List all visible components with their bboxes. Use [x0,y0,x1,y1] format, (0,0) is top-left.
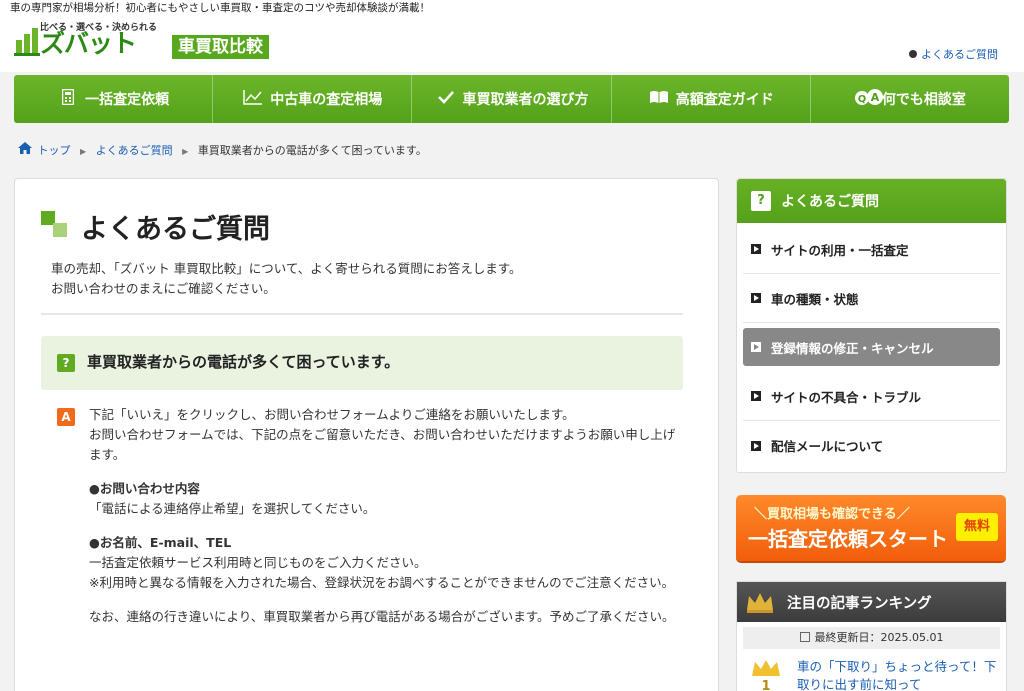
ranking-item-title: 車の「下取り」ちょっと待って！下取りに出す前に知って [797,659,997,691]
cta-subtext: ＼買取相場も確認できる／ [754,507,910,522]
breadcrumb-separator-icon: ▶ [80,147,87,156]
main-content: よくあるご質問 車の売却、「ズバット 車買取比較」について、よく寄せられる質問に… [14,178,719,691]
arrow-bullet-icon [751,293,761,303]
header-faq-link[interactable]: よくあるご質問 [909,46,998,62]
breadcrumb-separator-icon: ▶ [182,147,189,156]
svg-text:A: A [871,91,880,104]
arrow-bullet-icon [751,342,761,352]
arrow-bullet-icon [751,440,761,451]
question-text: 車買取業者からの電話が多くて困っています。 [87,353,400,371]
logo-brand: ズバット [40,29,137,58]
nav-item-bulk-assessment[interactable]: 一括査定依頼 [14,75,214,123]
breadcrumb-home[interactable]: トップ [38,144,71,157]
logo-sub: 車買取比較 [172,35,269,59]
ranking-header: 注目の記事ランキング [737,582,1006,622]
sidebar-item-registration[interactable]: 登録情報の修正・キャンセル [743,328,1000,366]
answer-body: 下記「いいえ」をクリックし、お問い合わせフォームよりご連絡をお願いいたします。 … [89,407,676,624]
site-tagline: 車の専門家が相場分析！初心者にもやさしい車買取・車査定のコツや売却体験談が満載！ [0,0,1024,16]
question-box: ? 車買取業者からの電話が多くて困っています。 [41,336,683,390]
sidebar-item-trouble[interactable]: サイトの不具合・トラブル [743,372,1000,421]
page-title: よくあるご質問 [81,214,270,245]
breadcrumb-current: 車買取業者からの電話が多くて困っています。 [197,144,427,157]
nav-item-market-price[interactable]: 中古車の査定相場 [213,75,413,123]
sidebar-faq: ? よくあるご質問 サイトの利用・一括査定 車の種類・状態 登録情報の修正・キャ… [736,178,1007,473]
calculator-icon [57,88,79,109]
question-icon: ? [57,354,75,372]
answer-icon: A [57,408,75,426]
arrow-bullet-icon [751,244,761,254]
sidebar-item-site-usage[interactable]: サイトの利用・一括査定 [743,225,1000,274]
cta-label: 一括査定依頼スタート [748,527,948,551]
question-icon: ? [751,191,771,211]
svg-text:Q: Q [858,94,867,105]
crown-icon [747,593,773,613]
page-intro: 車の売却、「ズバット 車買取比較」について、よく寄せられる質問にお答えします。 … [51,261,522,296]
qa-icon: QA [854,88,883,110]
ranking-updated-date: 最終更新日：2025.05.01 [743,627,1000,649]
svg-text:1: 1 [761,679,770,691]
global-nav: 一括査定依頼 中古車の査定相場 車買取業者の選び方 高額査定ガイド QA 何でも… [14,75,1009,123]
arrow-bullet-icon [751,391,761,401]
site-header: 比べる・選べる・決められる ズバット 車買取比較 よくあるご質問 [0,16,1024,72]
ranking-item[interactable]: 1 車の「下取り」ちょっと待って！下取りに出す前に知って [737,654,1006,691]
sidebar-item-email[interactable]: 配信メールについて [743,421,1000,470]
bulk-assessment-cta-button[interactable]: ＼買取相場も確認できる／ 一括査定依頼スタート 無料 [736,495,1006,561]
nav-item-choose-dealer[interactable]: 車買取業者の選び方 [412,75,612,123]
sidebar-faq-list: サイトの利用・一括査定 車の種類・状態 登録情報の修正・キャンセル サイトの不具… [737,223,1006,470]
chart-icon [242,89,264,109]
sidebar-item-car-type[interactable]: 車の種類・状態 [743,274,1000,323]
check-icon [435,90,457,108]
free-badge: 無料 [956,513,998,541]
breadcrumb: トップ ▶ よくあるご質問 ▶ 車買取業者からの電話が多くて困っています。 [18,142,427,158]
divider [41,313,683,315]
book-icon [648,90,670,108]
calendar-icon [799,632,810,642]
rank-1-crown-icon: 1 [752,660,780,691]
home-icon [18,142,36,157]
nav-item-consultation[interactable]: QA 何でも相談室 [811,75,1009,123]
breadcrumb-faq[interactable]: よくあるご質問 [96,144,173,157]
title-mark-icon [41,211,69,239]
article-ranking: 注目の記事ランキング 最終更新日：2025.05.01 1 車の「下取り」ちょっ… [736,581,1007,691]
sidebar-faq-header: ? よくあるご質問 [737,179,1006,223]
logo-mark-icon [14,28,40,56]
nav-item-high-price-guide[interactable]: 高額査定ガイド [612,75,811,123]
site-logo[interactable]: 比べる・選べる・決められる ズバット 車買取比較 [14,18,269,64]
bullet-icon [909,50,917,58]
